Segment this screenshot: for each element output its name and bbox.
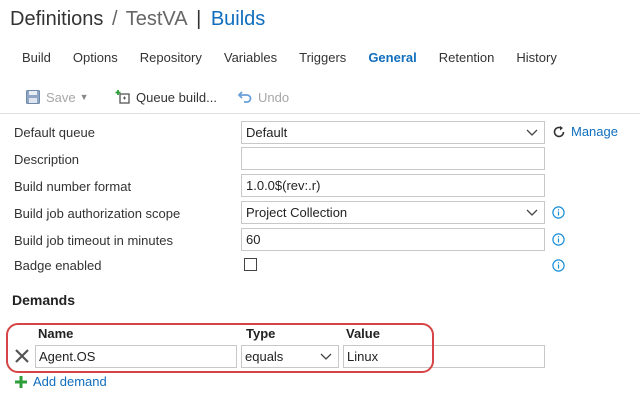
- queue-build-label: Queue build...: [136, 89, 217, 105]
- queue-build-button[interactable]: Queue build...: [114, 86, 217, 108]
- demand-type-value: equals: [245, 349, 284, 364]
- save-button[interactable]: Save ▼: [24, 86, 89, 108]
- chevron-down-icon: [526, 202, 538, 223]
- add-demand-link[interactable]: Add demand: [14, 374, 107, 389]
- default-queue-label: Default queue: [14, 125, 95, 140]
- manage-label: Manage: [571, 124, 618, 139]
- breadcrumb-definitions[interactable]: Definitions: [10, 8, 103, 30]
- description-input[interactable]: [241, 147, 545, 170]
- tab-options[interactable]: Options: [73, 46, 118, 70]
- default-queue-value: Default: [246, 125, 288, 140]
- definition-tabs: Build Options Repository Variables Trigg…: [0, 46, 557, 70]
- badge-enabled-label: Badge enabled: [14, 258, 102, 273]
- plus-icon: [14, 375, 28, 389]
- demand-value-input[interactable]: Linux: [343, 345, 545, 368]
- tab-build[interactable]: Build: [22, 46, 51, 70]
- build-number-format-label: Build number format: [14, 179, 132, 194]
- definition-name: TestVA: [125, 8, 187, 30]
- save-label: Save: [46, 89, 76, 105]
- chevron-down-icon: [526, 122, 538, 143]
- refresh-icon[interactable]: [552, 125, 566, 139]
- auth-scope-label: Build job authorization scope: [14, 206, 181, 221]
- manage-queue-link[interactable]: Manage: [552, 124, 618, 139]
- page-header: Definitions / TestVA | Builds: [10, 6, 265, 32]
- tab-retention[interactable]: Retention: [439, 46, 495, 70]
- default-queue-select[interactable]: Default: [241, 121, 545, 144]
- info-icon[interactable]: [552, 206, 565, 224]
- demands-title: Demands: [12, 292, 76, 308]
- tab-history[interactable]: History: [516, 46, 556, 70]
- auth-scope-value: Project Collection: [246, 205, 348, 220]
- save-icon: [24, 88, 42, 106]
- undo-label: Undo: [258, 89, 290, 105]
- description-label: Description: [14, 152, 80, 167]
- tab-variables[interactable]: Variables: [224, 46, 277, 70]
- toolbar: Save ▼ Queue build... Undo: [0, 80, 640, 114]
- info-icon[interactable]: [552, 233, 565, 251]
- tab-triggers[interactable]: Triggers: [299, 46, 346, 70]
- tab-repository[interactable]: Repository: [140, 46, 202, 70]
- demand-name-input[interactable]: Agent.OS: [35, 345, 237, 368]
- timeout-input[interactable]: 60: [241, 228, 545, 251]
- info-icon[interactable]: [552, 259, 565, 277]
- header-divider: |: [196, 8, 202, 30]
- save-dropdown-icon[interactable]: ▼: [80, 92, 89, 102]
- auth-scope-select[interactable]: Project Collection: [241, 201, 545, 224]
- remove-demand-icon[interactable]: [14, 348, 30, 364]
- demand-type-select[interactable]: equals: [241, 345, 339, 368]
- timeout-label: Build job timeout in minutes: [14, 233, 173, 248]
- badge-enabled-checkbox[interactable]: [244, 258, 257, 271]
- demand-name-header: Name: [38, 326, 74, 341]
- chevron-down-icon: [320, 346, 332, 367]
- demand-type-header: Type: [246, 326, 276, 341]
- queue-build-icon: [114, 88, 132, 106]
- demand-value-header: Value: [346, 326, 380, 341]
- build-number-format-input[interactable]: 1.0.0$(rev:.r): [241, 174, 545, 197]
- tab-general[interactable]: General: [368, 46, 416, 70]
- undo-icon: [236, 88, 254, 106]
- undo-button[interactable]: Undo: [236, 86, 289, 108]
- breadcrumb-builds[interactable]: Builds: [211, 8, 265, 30]
- breadcrumb-separator: /: [111, 8, 118, 30]
- add-demand-label: Add demand: [33, 374, 107, 389]
